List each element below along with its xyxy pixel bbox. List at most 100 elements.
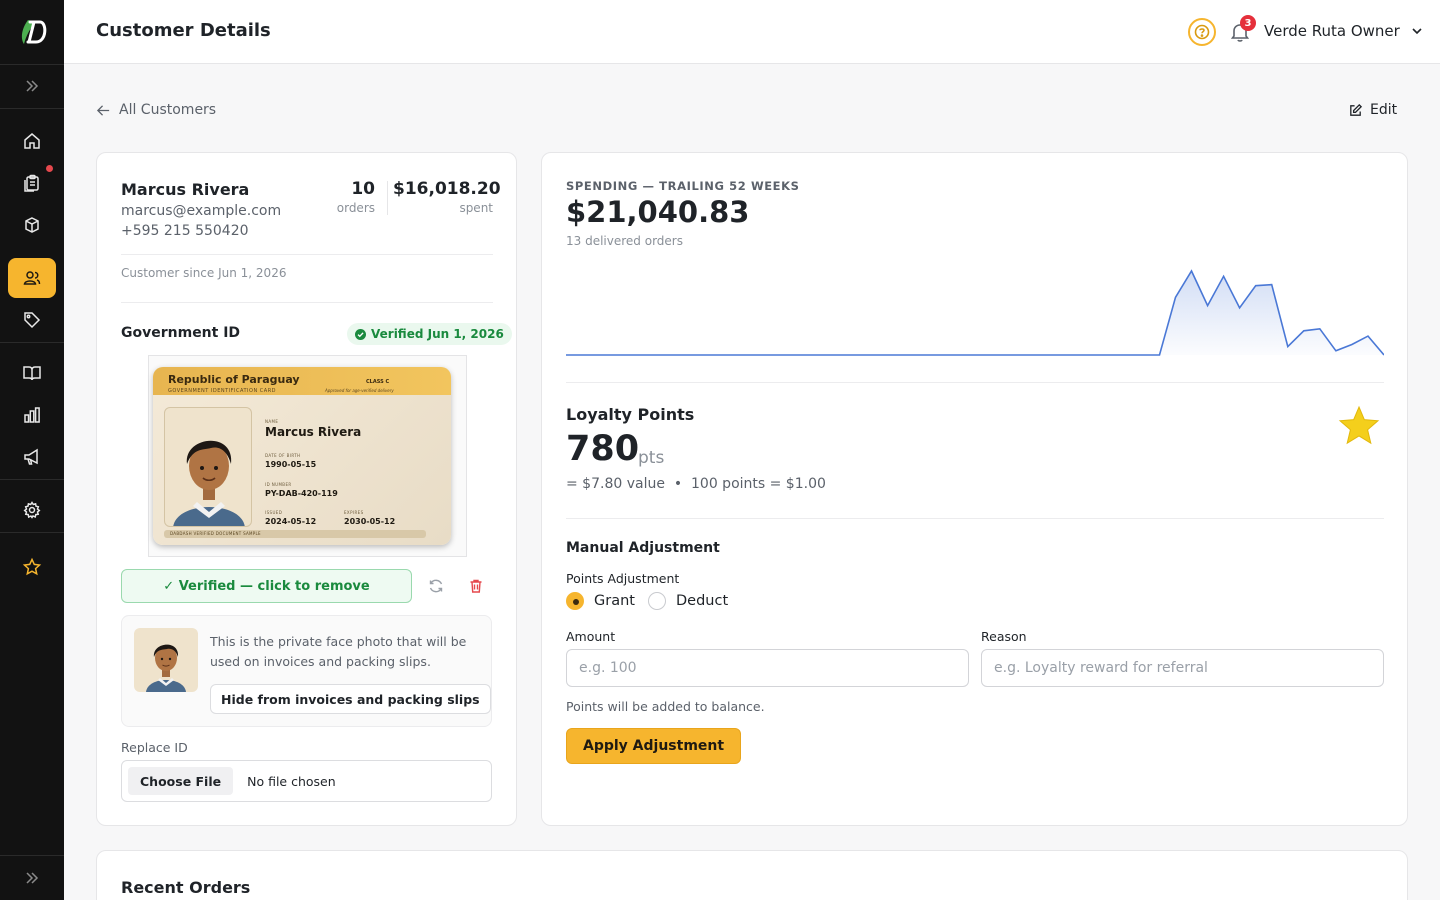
grant-radio[interactable]: Grant (566, 592, 635, 610)
government-id-title: Government ID (121, 325, 241, 341)
id-approved: Approved for age-verified delivery (325, 388, 394, 393)
refresh-icon (429, 579, 443, 593)
sidebar-divider (0, 479, 64, 480)
edit-icon (1350, 103, 1363, 116)
gear-icon (23, 501, 41, 519)
sidebar-item-favorites[interactable] (8, 547, 56, 587)
delete-id-button[interactable] (464, 574, 488, 598)
spending-subtitle: 13 delivered orders (566, 234, 683, 248)
sidebar-item-home[interactable] (8, 121, 56, 161)
points-adjustment-label: Points Adjustment (566, 571, 680, 586)
id-subtitle: GOVERNMENT IDENTIFICATION CARD (168, 388, 277, 394)
divider (121, 302, 493, 303)
verified-remove-button[interactable]: ✓ Verified — click to remove (121, 569, 412, 603)
user-name: Verde Ruta Owner (1264, 22, 1400, 40)
sidebar-divider (0, 342, 64, 343)
sidebar-item-customers[interactable] (8, 258, 56, 298)
grant-radio-indicator (566, 592, 584, 610)
megaphone-icon (24, 448, 38, 465)
brand-logo-icon[interactable] (14, 14, 50, 50)
sidebar-divider (0, 855, 64, 856)
face-photo-thumbnail (134, 628, 198, 692)
id-issued-label: ISSUED (265, 510, 283, 515)
chart-area-fill (566, 271, 1384, 355)
page-title: Customer Details (96, 20, 271, 41)
replace-id-label: Replace ID (121, 740, 188, 755)
sidebar-expand-button[interactable] (8, 66, 56, 106)
spending-loyalty-card: SPENDING — TRAILING 52 WEEKS $21,040.83 … (541, 152, 1408, 826)
chevron-down-icon (1412, 28, 1422, 35)
divider (566, 518, 1384, 519)
back-link-label: All Customers (119, 102, 217, 118)
refresh-button[interactable] (424, 574, 448, 598)
spending-chart (566, 269, 1384, 356)
sidebar-divider (0, 532, 64, 533)
deduct-radio-indicator (648, 592, 666, 610)
recent-orders-title: Recent Orders (121, 878, 251, 897)
tag-icon (24, 312, 41, 329)
verified-badge-label: Verified Jun 1, 2026 (371, 327, 504, 341)
sidebar-collapse-button[interactable] (8, 858, 56, 898)
adjustment-hint: Points will be added to balance. (566, 699, 765, 714)
bar-chart-icon (24, 407, 40, 423)
loyalty-title: Loyalty Points (566, 405, 695, 424)
id-name-label: NAME (265, 419, 279, 424)
star-icon (22, 557, 42, 576)
private-face-photo-panel: This is the private face photo that will… (121, 615, 492, 727)
customer-phone: +595 215 550420 (121, 223, 249, 239)
sidebar-item-products[interactable] (8, 205, 56, 245)
face-photo-description: This is the private face photo that will… (210, 634, 467, 669)
sidebar-item-marketing[interactable] (8, 437, 56, 477)
amount-input[interactable] (566, 649, 969, 687)
sidebar-divider (0, 64, 64, 65)
orders-count: 10 (351, 179, 375, 199)
box-icon (25, 217, 39, 233)
book-open-icon (23, 366, 41, 381)
amount-label: Amount (566, 629, 616, 644)
loyalty-points-unit: pts (638, 448, 665, 468)
divider (121, 254, 493, 255)
sidebar-divider (0, 108, 64, 109)
loyalty-value-line: = $7.80 value • 100 points = $1.00 (566, 476, 826, 492)
help-button[interactable] (1188, 18, 1216, 46)
id-class: CLASS C (366, 379, 390, 385)
file-status: No file chosen (247, 773, 336, 789)
sidebar-item-analytics[interactable] (8, 395, 56, 435)
clipboard-icon (24, 174, 39, 192)
trash-icon (470, 579, 482, 593)
id-country: Republic of Paraguay (168, 373, 300, 386)
arrow-left-icon (96, 104, 110, 116)
id-issued: 2024-05-12 (265, 517, 317, 526)
id-expires-label: EXPIRES (344, 510, 364, 515)
reason-input[interactable] (981, 649, 1384, 687)
sidebar-item-catalog[interactable] (8, 353, 56, 393)
portrait-avatar-icon (173, 440, 245, 526)
hide-from-invoices-button[interactable]: Hide from invoices and packing slips (210, 684, 491, 714)
grant-label: Grant (594, 593, 635, 609)
check-circle-icon (355, 328, 366, 340)
sidebar-item-tags[interactable] (8, 300, 56, 340)
customer-name: Marcus Rivera (121, 180, 250, 199)
spent-label: spent (459, 201, 493, 215)
deduct-radio[interactable]: Deduct (648, 592, 728, 610)
verified-status-badge: Verified Jun 1, 2026 (347, 323, 512, 345)
id-portrait (164, 407, 252, 527)
id-number-label: ID NUMBER (265, 482, 292, 487)
back-to-customers-link[interactable]: All Customers (96, 102, 216, 118)
id-dob: 1990-05-15 (265, 460, 317, 469)
user-menu[interactable]: Verde Ruta Owner (1264, 22, 1424, 40)
spent-amount: $16,018.20 (393, 179, 501, 199)
edit-button[interactable]: Edit (1348, 102, 1397, 118)
apply-adjustment-button[interactable]: Apply Adjustment (566, 728, 742, 764)
id-footer: DABDASH VERIFIED DOCUMENT SAMPLE (164, 530, 426, 538)
top-header: Customer Details 3 Verde Ruta Owner (64, 0, 1440, 64)
loyalty-points: 780 (566, 429, 640, 469)
deduct-label: Deduct (676, 593, 729, 609)
sidebar-item-settings[interactable] (8, 490, 56, 530)
customer-email: marcus@example.com (121, 203, 282, 219)
id-number: PY-DAB-420-119 (265, 489, 338, 498)
replace-id-file-input[interactable]: Choose File No file chosen (121, 760, 492, 802)
choose-file-button[interactable]: Choose File (128, 767, 234, 795)
star-icon (1338, 405, 1380, 445)
id-card-image: Republic of Paraguay GOVERNMENT IDENTIFI… (153, 367, 451, 545)
